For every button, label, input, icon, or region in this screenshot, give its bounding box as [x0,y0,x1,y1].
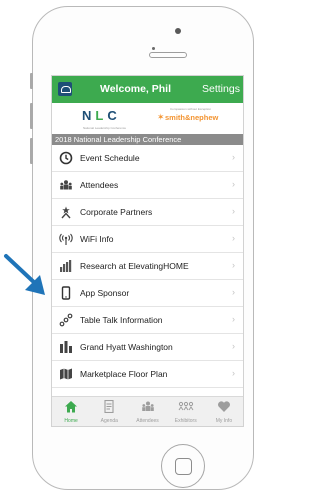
sensor-dot [152,47,155,50]
home-icon [64,400,78,416]
pointer-arrow-icon [4,254,45,295]
group-icon [178,400,194,416]
smith-nephew-mark-icon: ✶ [157,112,165,122]
chevron-right-icon: › [232,206,235,216]
bar-chart-icon [59,259,73,273]
smith-nephew-logo: smith&nephew [165,113,219,122]
camera-icon [175,28,181,34]
menu-label: Table Talk Information [80,315,163,325]
menu-label: Event Schedule [80,153,140,163]
chevron-right-icon: › [232,179,235,189]
main-menu: Event Schedule › Attendees › Corporate P… [52,145,243,388]
speaker-grille [149,52,187,58]
app-screen: Welcome, Phil Settings N L C National Le… [51,75,244,427]
volume-down-button[interactable] [30,138,33,164]
chevron-right-icon: › [232,314,235,324]
people-icon [141,400,155,416]
map-icon [59,367,73,381]
nlc-letter-l: L [95,108,105,123]
app-header: Welcome, Phil Settings [52,76,243,103]
chevron-right-icon: › [232,341,235,351]
menu-item-table-talk[interactable]: Table Talk Information › [52,307,243,334]
heart-icon [217,400,231,416]
chevron-right-icon: › [232,233,235,243]
tab-home[interactable]: Home [52,397,90,426]
tab-label: Attendees [136,418,159,424]
menu-item-attendees[interactable]: Attendees › [52,172,243,199]
menu-item-research[interactable]: Research at ElevatingHOME › [52,253,243,280]
tab-bar: Home Agenda Attendees Exhibitors My Info [52,396,243,426]
wifi-icon [59,232,73,246]
menu-label: WiFi Info [80,234,114,244]
menu-item-grand-hyatt[interactable]: Grand Hyatt Washington › [52,334,243,361]
nlc-letter-n: N [82,108,93,123]
nlc-logo: N L C [82,108,118,128]
settings-button[interactable]: Settings [202,83,240,95]
chain-icon [59,313,73,327]
menu-item-wifi-info[interactable]: WiFi Info › [52,226,243,253]
star-person-icon [59,205,73,219]
welcome-title: Welcome, Phil [100,83,171,95]
tab-agenda[interactable]: Agenda [90,397,128,426]
volume-up-button[interactable] [30,103,33,129]
menu-label: Grand Hyatt Washington [80,342,173,352]
tab-attendees[interactable]: Attendees [128,397,166,426]
tab-exhibitors[interactable]: Exhibitors [167,397,205,426]
phone-icon [59,286,73,300]
tab-label: My Info [215,418,233,424]
home-square-icon [175,458,192,475]
people-icon [59,178,73,192]
document-icon [102,399,116,416]
chevron-right-icon: › [232,260,235,270]
home-button[interactable] [161,444,205,488]
menu-item-corporate-partners[interactable]: Corporate Partners › [52,199,243,226]
menu-item-floor-plan[interactable]: Marketplace Floor Plan › [52,361,243,388]
app-logo-icon[interactable] [58,82,72,96]
tab-label: Home [64,418,78,424]
chevron-right-icon: › [232,368,235,378]
menu-label: Attendees [80,180,119,190]
building-icon [59,340,73,354]
sponsor-logos: N L C National Leadership Conference Com… [52,103,243,134]
tab-label: Agenda [100,418,118,424]
tab-my-info[interactable]: My Info [205,397,243,426]
nlc-letter-c: C [107,108,118,123]
menu-item-app-sponsor[interactable]: App Sponsor › [52,280,243,307]
menu-label: Corporate Partners [80,207,153,217]
menu-label: Marketplace Floor Plan [80,369,168,379]
sponsor-tagline: Compassion without Exception [170,107,212,111]
clock-icon [59,151,73,165]
menu-label: App Sponsor [80,288,130,298]
nlc-subtitle: National Leadership Conference [83,126,127,130]
mute-switch[interactable] [30,73,33,89]
conference-banner: 2018 National Leadership Conference [52,134,243,145]
chevron-right-icon: › [232,287,235,297]
chevron-right-icon: › [232,152,235,162]
menu-label: Research at ElevatingHOME [80,261,189,271]
menu-item-event-schedule[interactable]: Event Schedule › [52,145,243,172]
tab-label: Exhibitors [174,418,197,424]
